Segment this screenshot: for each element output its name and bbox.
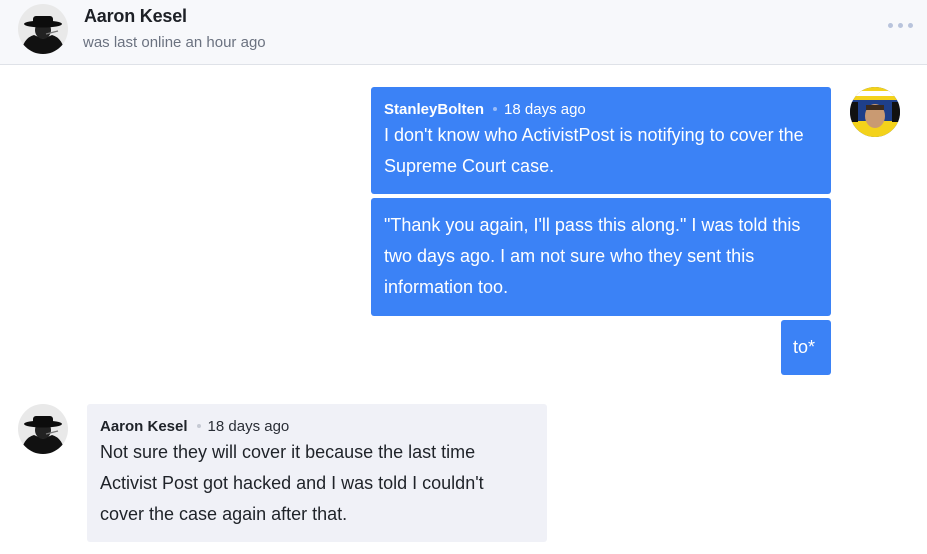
message-meta: Aaron Kesel 18 days ago: [100, 418, 289, 435]
message-bubble: Aaron Kesel 18 days ago Not sure they wil…: [87, 404, 547, 542]
message-time: 18 days ago: [207, 418, 290, 435]
sender-avatar[interactable]: [18, 404, 68, 454]
message-bubble: StanleyBolten 18 days ago I don't know wh…: [371, 87, 831, 194]
contact-name[interactable]: Aaron Kesel: [84, 6, 187, 27]
message-bubble: to*: [781, 320, 831, 375]
message-text: Not sure they will cover it because the …: [100, 437, 484, 530]
message-time: 18 days ago: [504, 101, 586, 118]
last-online-status: was last online an hour ago: [83, 34, 266, 51]
message-line: information too.: [384, 277, 509, 297]
message-line: Activist Post got hacked and I was told …: [100, 473, 484, 493]
more-horizontal-icon: [888, 23, 893, 28]
message-meta: StanleyBolten 18 days ago: [384, 101, 586, 118]
separator-dot: [493, 106, 498, 111]
sender-avatar[interactable]: [850, 87, 900, 137]
message-line: two days ago. I am not sure who they sen…: [384, 246, 755, 266]
message-text: "Thank you again, I'll pass this along."…: [384, 210, 800, 303]
message-line: to*: [793, 337, 816, 357]
conversation-header: Aaron Kesel was last online an hour ago: [0, 0, 927, 65]
message-author[interactable]: Aaron Kesel: [100, 418, 188, 435]
message-text: I don't know who ActivistPost is notifyi…: [384, 120, 804, 182]
message-text: to*: [793, 332, 815, 363]
message-author[interactable]: StanleyBolten: [384, 101, 484, 118]
message-line: I don't know who ActivistPost is notifyi…: [384, 125, 804, 145]
message-bubble: "Thank you again, I'll pass this along."…: [371, 198, 831, 316]
message-line: "Thank you again, I'll pass this along."…: [384, 215, 801, 235]
separator-dot: [196, 423, 201, 428]
message-line: cover the case again after that.: [100, 504, 348, 524]
more-options-button[interactable]: [887, 14, 915, 36]
message-line: Supreme Court case.: [384, 156, 555, 176]
contact-avatar[interactable]: [18, 4, 68, 54]
message-line: Not sure they will cover it because the …: [100, 442, 476, 462]
